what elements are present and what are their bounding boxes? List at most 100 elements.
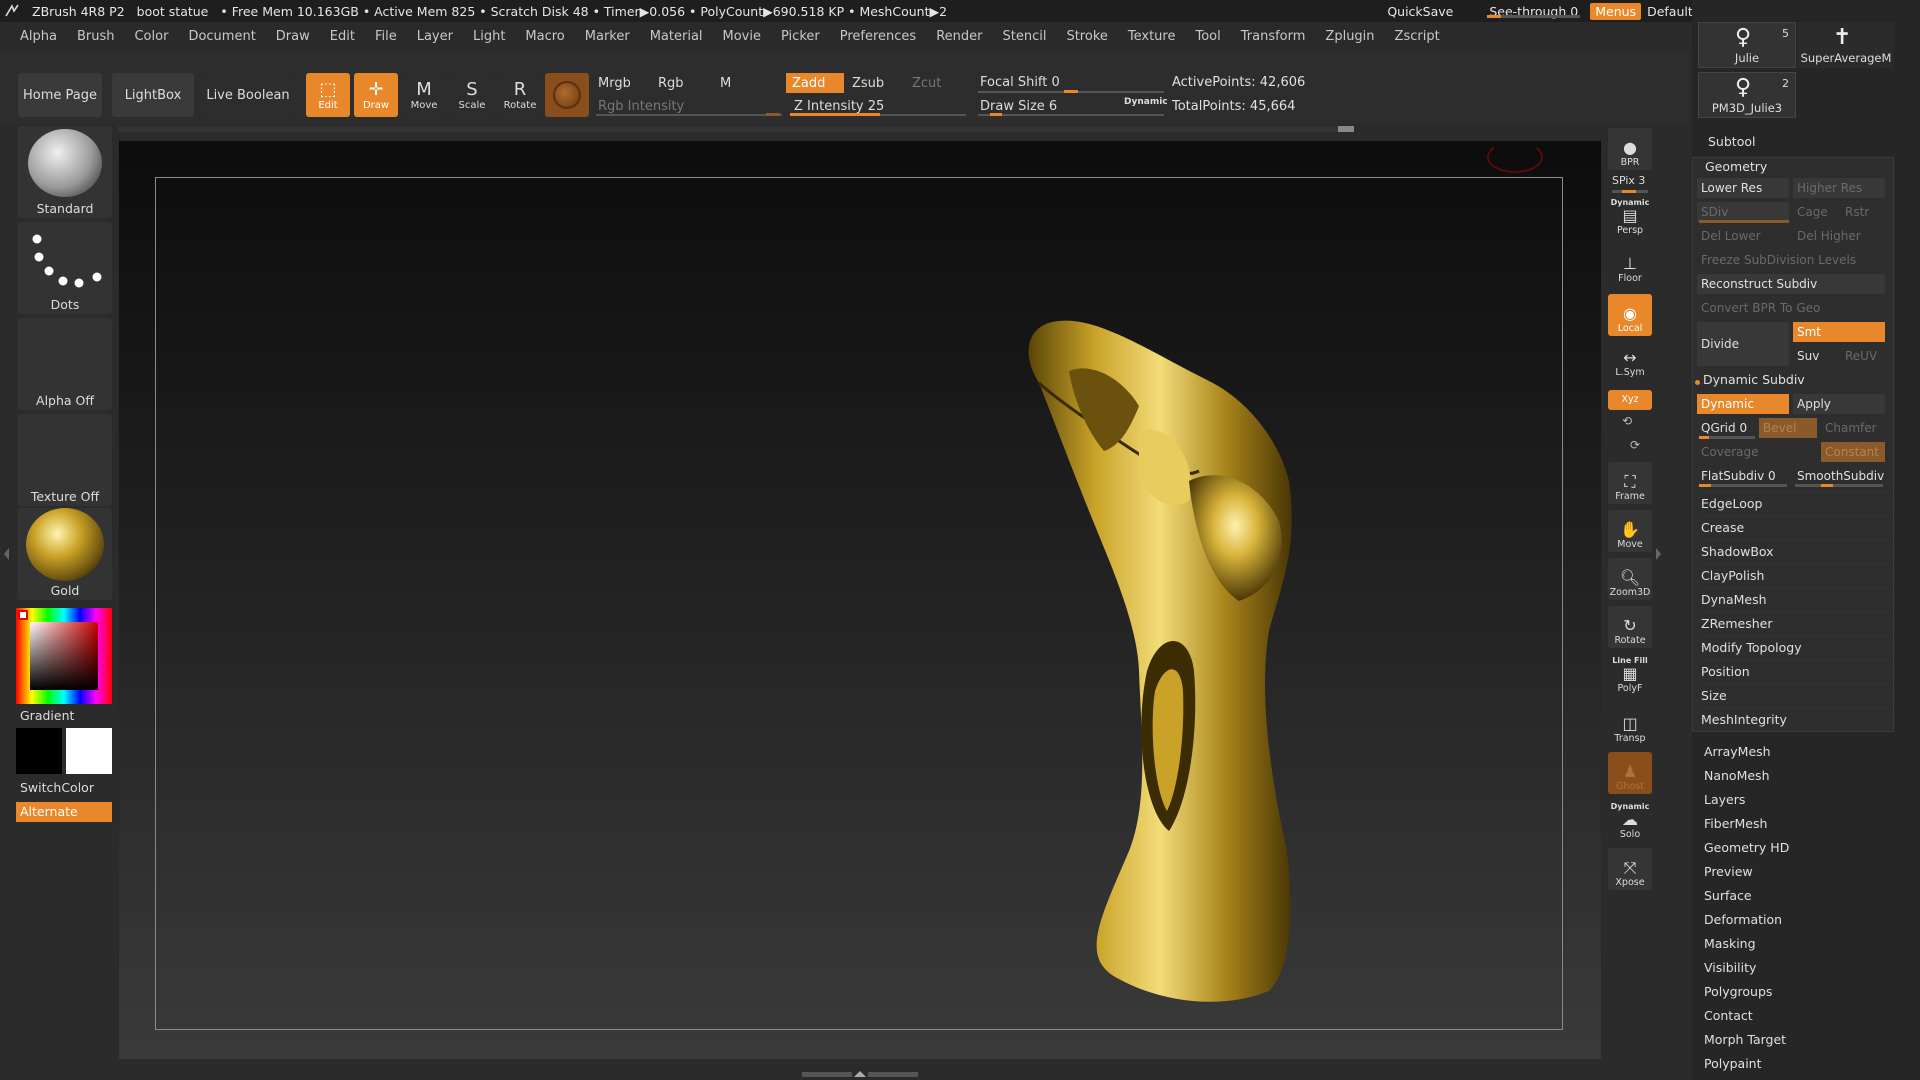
xpose-button[interactable]: ⤧ Xpose <box>1608 848 1652 890</box>
lsym-button[interactable]: ↔ L.Sym <box>1608 344 1652 380</box>
zcut-toggle[interactable]: Zcut <box>906 73 964 93</box>
menu-marker[interactable]: Marker <box>575 29 640 44</box>
quicksave-button[interactable]: QuickSave <box>1387 4 1453 19</box>
higher-res-button[interactable]: Higher Res <box>1793 178 1885 198</box>
see-through-slider[interactable]: See-through 0 <box>1483 4 1584 19</box>
menu-alpha[interactable]: Alpha <box>10 29 67 44</box>
gradient-label[interactable]: Gradient <box>20 708 74 723</box>
rstr-button[interactable]: Rstr <box>1841 202 1885 222</box>
floor-button[interactable]: ⊥ Floor <box>1608 244 1652 286</box>
freeze-subdiv-button[interactable]: Freeze SubDivision Levels <box>1697 250 1885 270</box>
modify-topology-subpalette[interactable]: Modify Topology <box>1697 636 1891 658</box>
menu-transform[interactable]: Transform <box>1231 29 1316 44</box>
crease-subpalette[interactable]: Crease <box>1697 516 1891 538</box>
persp-button[interactable]: Dynamic ▤ Persp <box>1608 196 1652 238</box>
menu-picker[interactable]: Picker <box>771 29 830 44</box>
del-higher-button[interactable]: Del Higher <box>1793 226 1885 246</box>
main-color-swatch[interactable] <box>16 728 62 774</box>
zoom3d-button[interactable]: 🔍︎ Zoom3D <box>1608 558 1652 600</box>
suv-toggle[interactable]: Suv <box>1793 346 1837 366</box>
menu-light[interactable]: Light <box>463 29 515 44</box>
nanomesh-subpalette[interactable]: NanoMesh <box>1704 768 1770 783</box>
m-toggle[interactable]: M <box>714 73 774 93</box>
masking-subpalette[interactable]: Masking <box>1704 936 1756 951</box>
mrgb-toggle[interactable]: Mrgb <box>592 73 652 93</box>
del-lower-button[interactable]: Del Lower <box>1697 226 1789 246</box>
live-boolean-button[interactable]: Live Boolean <box>204 73 292 117</box>
polygroups-subpalette[interactable]: Polygroups <box>1704 984 1772 999</box>
boot-statue-model[interactable] <box>919 231 1399 1011</box>
dynamic-subdiv-toggle[interactable]: Dynamic <box>1697 394 1789 414</box>
subtool-thumb-julie[interactable]: 5 ♀ Julie <box>1698 22 1796 68</box>
chamfer-toggle[interactable]: Chamfer <box>1821 418 1885 438</box>
menu-zplugin[interactable]: Zplugin <box>1315 29 1384 44</box>
stroke-selector[interactable]: Dots <box>18 222 112 314</box>
menu-preferences[interactable]: Preferences <box>830 29 926 44</box>
reuv-button[interactable]: ReUV <box>1841 346 1885 366</box>
bottom-tray-handle[interactable] <box>796 1070 924 1078</box>
layers-subpalette[interactable]: Layers <box>1704 792 1745 807</box>
menu-stencil[interactable]: Stencil <box>992 29 1056 44</box>
geometry-hd-subpalette[interactable]: Geometry HD <box>1704 840 1789 855</box>
menu-macro[interactable]: Macro <box>515 29 574 44</box>
subtool-thumb-superaverage[interactable]: ✝ SuperAverageM <box>1798 22 1894 68</box>
move-mode-button[interactable]: M Move <box>402 73 446 117</box>
texture-selector[interactable]: Texture Off <box>18 414 112 506</box>
menu-color[interactable]: Color <box>124 29 178 44</box>
ghost-button[interactable]: ♟ Ghost <box>1608 752 1652 794</box>
dynamic-drawsize-toggle[interactable]: Dynamic <box>1124 97 1168 107</box>
frame-button[interactable]: ⛶ Frame <box>1608 462 1652 504</box>
rotate-z-icon[interactable]: ⟳ <box>1630 438 1640 452</box>
right-tray-arrow-icon[interactable] <box>1656 548 1661 560</box>
menu-edit[interactable]: Edit <box>320 29 365 44</box>
menu-material[interactable]: Material <box>640 29 713 44</box>
lightbox-button[interactable]: LightBox <box>112 73 194 117</box>
rgb-toggle[interactable]: Rgb <box>652 73 712 93</box>
top-scrollbar[interactable] <box>118 126 1354 132</box>
smoothsubdiv-slider[interactable]: SmoothSubdiv <box>1793 466 1885 486</box>
edgeloop-subpalette[interactable]: EdgeLoop <box>1697 492 1891 514</box>
zadd-toggle[interactable]: Zadd <box>786 73 844 93</box>
preview-subpalette[interactable]: Preview <box>1704 864 1753 879</box>
material-selector[interactable]: Gold <box>18 508 112 600</box>
xyz-button[interactable]: Xyz <box>1608 390 1652 410</box>
menu-movie[interactable]: Movie <box>713 29 771 44</box>
alternate-toggle[interactable]: Alternate <box>16 802 112 822</box>
color-picker[interactable] <box>16 608 112 704</box>
spix-slider[interactable]: SPix 3 <box>1612 174 1645 187</box>
menu-stroke[interactable]: Stroke <box>1056 29 1117 44</box>
convert-bpr-button[interactable]: Convert BPR To Geo <box>1697 298 1885 318</box>
size-subpalette[interactable]: Size <box>1697 684 1891 706</box>
scale-mode-button[interactable]: S Scale <box>450 73 494 117</box>
visibility-subpalette[interactable]: Visibility <box>1704 960 1756 975</box>
menu-zscript[interactable]: Zscript <box>1385 29 1450 44</box>
menu-file[interactable]: File <box>365 29 407 44</box>
apply-button[interactable]: Apply <box>1793 394 1885 414</box>
home-page-button[interactable]: Home Page <box>18 73 102 117</box>
move-view-button[interactable]: ✋ Move <box>1608 510 1652 552</box>
menu-layer[interactable]: Layer <box>407 29 463 44</box>
dynamic-subdiv-header[interactable]: Dynamic Subdiv <box>1703 372 1805 387</box>
contact-subpalette[interactable]: Contact <box>1704 1008 1753 1023</box>
position-subpalette[interactable]: Position <box>1697 660 1891 682</box>
lower-res-button[interactable]: Lower Res <box>1697 178 1789 198</box>
geometry-header[interactable]: Geometry <box>1705 158 1767 176</box>
color-saturation-square[interactable] <box>30 622 98 690</box>
shadowbox-subpalette[interactable]: ShadowBox <box>1697 540 1891 562</box>
dynamesh-subpalette[interactable]: DynaMesh <box>1697 588 1891 610</box>
menu-tool[interactable]: Tool <box>1185 29 1230 44</box>
switchcolor-button[interactable]: SwitchColor <box>20 780 94 795</box>
rgb-intensity-slider[interactable]: Rgb Intensity <box>592 96 782 116</box>
color-material-swatch[interactable] <box>545 73 589 117</box>
solo-button[interactable]: Dynamic ☁ Solo <box>1608 800 1652 842</box>
reconstruct-subdiv-button[interactable]: Reconstruct Subdiv <box>1697 274 1885 294</box>
edit-mode-button[interactable]: ⬚ Edit <box>306 73 350 117</box>
flatsubdiv-slider[interactable]: FlatSubdiv 0 <box>1697 466 1789 486</box>
focal-shift-slider[interactable]: Focal Shift 0 <box>974 72 1164 92</box>
coverage-slider[interactable]: Coverage <box>1697 442 1817 462</box>
menus-toggle[interactable]: Menus <box>1590 2 1642 20</box>
left-tray-arrow-icon[interactable] <box>4 548 9 560</box>
menu-draw[interactable]: Draw <box>266 29 320 44</box>
surface-subpalette[interactable]: Surface <box>1704 888 1752 903</box>
menu-render[interactable]: Render <box>926 29 992 44</box>
